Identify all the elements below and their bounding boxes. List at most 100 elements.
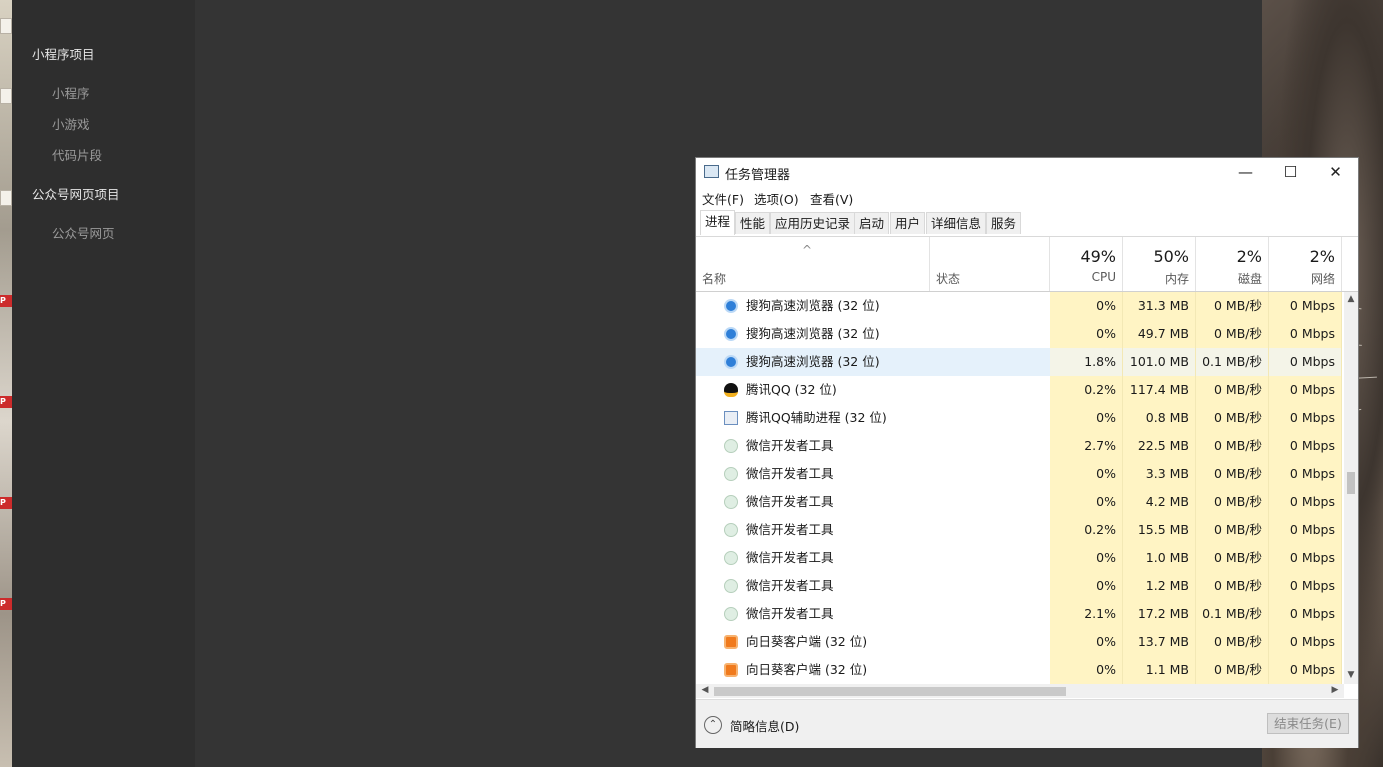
menu-file[interactable]: 文件(F) <box>702 189 744 208</box>
process-name-cell[interactable]: 微信开发者工具 <box>696 516 1050 544</box>
network-usage: 0 Mbps <box>1269 460 1342 488</box>
process-row[interactable]: 微信开发者工具 2.1% 17.2 MB 0.1 MB/秒 0 Mbps <box>696 600 1344 628</box>
column-name[interactable]: ^ 名称 <box>696 237 930 291</box>
pdf-file-icon[interactable]: P <box>0 497 12 509</box>
memory-usage: 3.3 MB <box>1123 460 1196 488</box>
close-button[interactable]: ✕ <box>1313 158 1358 186</box>
vertical-scroll-thumb[interactable] <box>1347 472 1355 494</box>
qq-penguin-icon <box>724 383 738 397</box>
tab-processes[interactable]: 进程 <box>700 210 736 235</box>
tab-app-history[interactable]: 应用历史记录 <box>770 212 856 234</box>
network-usage: 0 Mbps <box>1269 320 1342 348</box>
scroll-left-icon[interactable]: ◀ <box>698 685 712 695</box>
process-name-cell[interactable]: 微信开发者工具 <box>696 460 1050 488</box>
desktop-shortcut-icon[interactable] <box>0 190 12 206</box>
cpu-usage: 0% <box>1050 628 1123 656</box>
menu-bar: 文件(F) 选项(O) 查看(V) <box>696 186 1358 208</box>
desktop-shortcut-icon[interactable] <box>0 18 12 34</box>
column-disk[interactable]: 2% 磁盘 <box>1196 237 1269 291</box>
disk-usage: 0 MB/秒 <box>1196 516 1269 544</box>
sidebar-group-miniprogram[interactable]: 小程序项目 <box>32 44 95 63</box>
cpu-usage: 1.8% <box>1050 348 1123 376</box>
end-task-button[interactable]: 结束任务(E) <box>1267 713 1349 734</box>
process-name-cell[interactable]: 腾讯QQ辅助进程 (32 位) <box>696 404 1050 432</box>
cpu-usage: 0.2% <box>1050 516 1123 544</box>
tab-details[interactable]: 详细信息 <box>926 212 987 234</box>
column-status[interactable]: 状态 <box>930 237 1050 291</box>
process-row[interactable]: 微信开发者工具 0% 1.2 MB 0 MB/秒 0 Mbps <box>696 572 1344 600</box>
tab-performance[interactable]: 性能 <box>735 212 771 234</box>
maximize-button[interactable]: ☐ <box>1268 158 1313 186</box>
menu-view[interactable]: 查看(V) <box>810 189 853 208</box>
sidebar-group-official-account[interactable]: 公众号网页项目 <box>32 184 120 203</box>
scroll-down-icon[interactable]: ▼ <box>1344 670 1358 680</box>
process-row[interactable]: 向日葵客户端 (32 位) 0% 13.7 MB 0 MB/秒 0 Mbps <box>696 628 1344 656</box>
column-cpu[interactable]: 49% CPU <box>1050 237 1123 291</box>
memory-usage: 101.0 MB <box>1123 348 1196 376</box>
process-row[interactable]: 微信开发者工具 0% 1.0 MB 0 MB/秒 0 Mbps <box>696 544 1344 572</box>
horizontal-scrollbar[interactable]: ◀ ▶ <box>696 684 1344 698</box>
chevron-up-icon[interactable]: ⌃ <box>704 716 722 734</box>
process-row[interactable]: 微信开发者工具 0% 4.2 MB 0 MB/秒 0 Mbps <box>696 488 1344 516</box>
tab-services[interactable]: 服务 <box>986 212 1022 234</box>
minimize-button[interactable]: — <box>1223 158 1268 186</box>
sidebar-item-official-account-web[interactable]: 公众号网页 <box>52 223 115 242</box>
process-name-cell[interactable]: 向日葵客户端 (32 位) <box>696 656 1050 684</box>
disk-usage: 0 MB/秒 <box>1196 460 1269 488</box>
sort-caret-icon: ^ <box>802 243 813 257</box>
horizontal-scroll-thumb[interactable] <box>714 687 1066 696</box>
fewer-details-link[interactable]: 简略信息(D) <box>730 716 799 735</box>
process-name-cell[interactable]: 搜狗高速浏览器 (32 位) <box>696 348 1050 376</box>
process-name-cell[interactable]: 向日葵客户端 (32 位) <box>696 628 1050 656</box>
memory-usage: 49.7 MB <box>1123 320 1196 348</box>
scroll-up-icon[interactable]: ▲ <box>1344 294 1358 304</box>
process-row[interactable]: 微信开发者工具 0.2% 15.5 MB 0 MB/秒 0 Mbps <box>696 516 1344 544</box>
process-list: 搜狗高速浏览器 (32 位) 0% 31.3 MB 0 MB/秒 0 Mbps 搜狗高速浏… <box>696 292 1344 684</box>
cpu-total-percent: 49% <box>1080 247 1116 266</box>
column-memory[interactable]: 50% 内存 <box>1123 237 1196 291</box>
task-manager-window: 任务管理器 — ☐ ✕ 文件(F) 选项(O) 查看(V) 进程 性能 应用历史… <box>695 157 1359 748</box>
title-bar: 任务管理器 — ☐ ✕ <box>696 158 1358 186</box>
process-row[interactable]: 腾讯QQ (32 位) 0.2% 117.4 MB 0 MB/秒 0 Mbps <box>696 376 1344 404</box>
pdf-file-icon[interactable]: P <box>0 396 12 408</box>
process-name-cell[interactable]: 搜狗高速浏览器 (32 位) <box>696 292 1050 320</box>
process-name-cell[interactable]: 微信开发者工具 <box>696 544 1050 572</box>
disk-usage: 0 MB/秒 <box>1196 292 1269 320</box>
process-row[interactable]: 腾讯QQ辅助进程 (32 位) 0% 0.8 MB 0 MB/秒 0 Mbps <box>696 404 1344 432</box>
desktop-shortcut-icon[interactable] <box>0 88 12 104</box>
process-row[interactable]: 微信开发者工具 2.7% 22.5 MB 0 MB/秒 0 Mbps <box>696 432 1344 460</box>
tab-startup[interactable]: 启动 <box>854 212 890 234</box>
sunflower-client-icon <box>724 635 738 649</box>
process-row[interactable]: 向日葵客户端 (32 位) 0% 1.1 MB 0 MB/秒 0 Mbps <box>696 656 1344 684</box>
process-name: 搜狗高速浏览器 (32 位) <box>746 354 880 369</box>
network-total-percent: 2% <box>1309 247 1335 266</box>
process-name-cell[interactable]: 微信开发者工具 <box>696 572 1050 600</box>
menu-options[interactable]: 选项(O) <box>754 189 799 208</box>
pdf-file-icon[interactable]: P <box>0 598 12 610</box>
process-name-cell[interactable]: 微信开发者工具 <box>696 432 1050 460</box>
tab-users[interactable]: 用户 <box>890 212 926 234</box>
sidebar-item-miniprogram[interactable]: 小程序 <box>52 83 90 102</box>
memory-total-percent: 50% <box>1153 247 1189 266</box>
process-row[interactable]: 搜狗高速浏览器 (32 位) 0% 31.3 MB 0 MB/秒 0 Mbps <box>696 292 1344 320</box>
process-name-cell[interactable]: 搜狗高速浏览器 (32 位) <box>696 320 1050 348</box>
process-row[interactable]: 搜狗高速浏览器 (32 位) 0% 49.7 MB 0 MB/秒 0 Mbps <box>696 320 1344 348</box>
process-row[interactable]: 搜狗高速浏览器 (32 位) 1.8% 101.0 MB 0.1 MB/秒 0 Mbps <box>696 348 1344 376</box>
vertical-scrollbar[interactable]: ▲ ▼ <box>1344 292 1358 684</box>
sidebar-item-minigame[interactable]: 小游戏 <box>52 114 90 133</box>
cpu-usage: 0% <box>1050 292 1123 320</box>
sidebar-item-code-snippet[interactable]: 代码片段 <box>52 145 102 164</box>
cpu-usage: 2.7% <box>1050 432 1123 460</box>
process-name-cell[interactable]: 腾讯QQ (32 位) <box>696 376 1050 404</box>
network-usage: 0 Mbps <box>1269 516 1342 544</box>
process-row[interactable]: 微信开发者工具 0% 3.3 MB 0 MB/秒 0 Mbps <box>696 460 1344 488</box>
wechat-devtools-icon <box>724 579 738 593</box>
column-network[interactable]: 2% 网络 <box>1269 237 1342 291</box>
process-name-cell[interactable]: 微信开发者工具 <box>696 600 1050 628</box>
process-name: 搜狗高速浏览器 (32 位) <box>746 326 880 341</box>
scroll-right-icon[interactable]: ▶ <box>1328 685 1342 695</box>
process-name: 微信开发者工具 <box>746 438 834 453</box>
cpu-usage: 0% <box>1050 460 1123 488</box>
pdf-file-icon[interactable]: P <box>0 295 12 307</box>
process-name-cell[interactable]: 微信开发者工具 <box>696 488 1050 516</box>
